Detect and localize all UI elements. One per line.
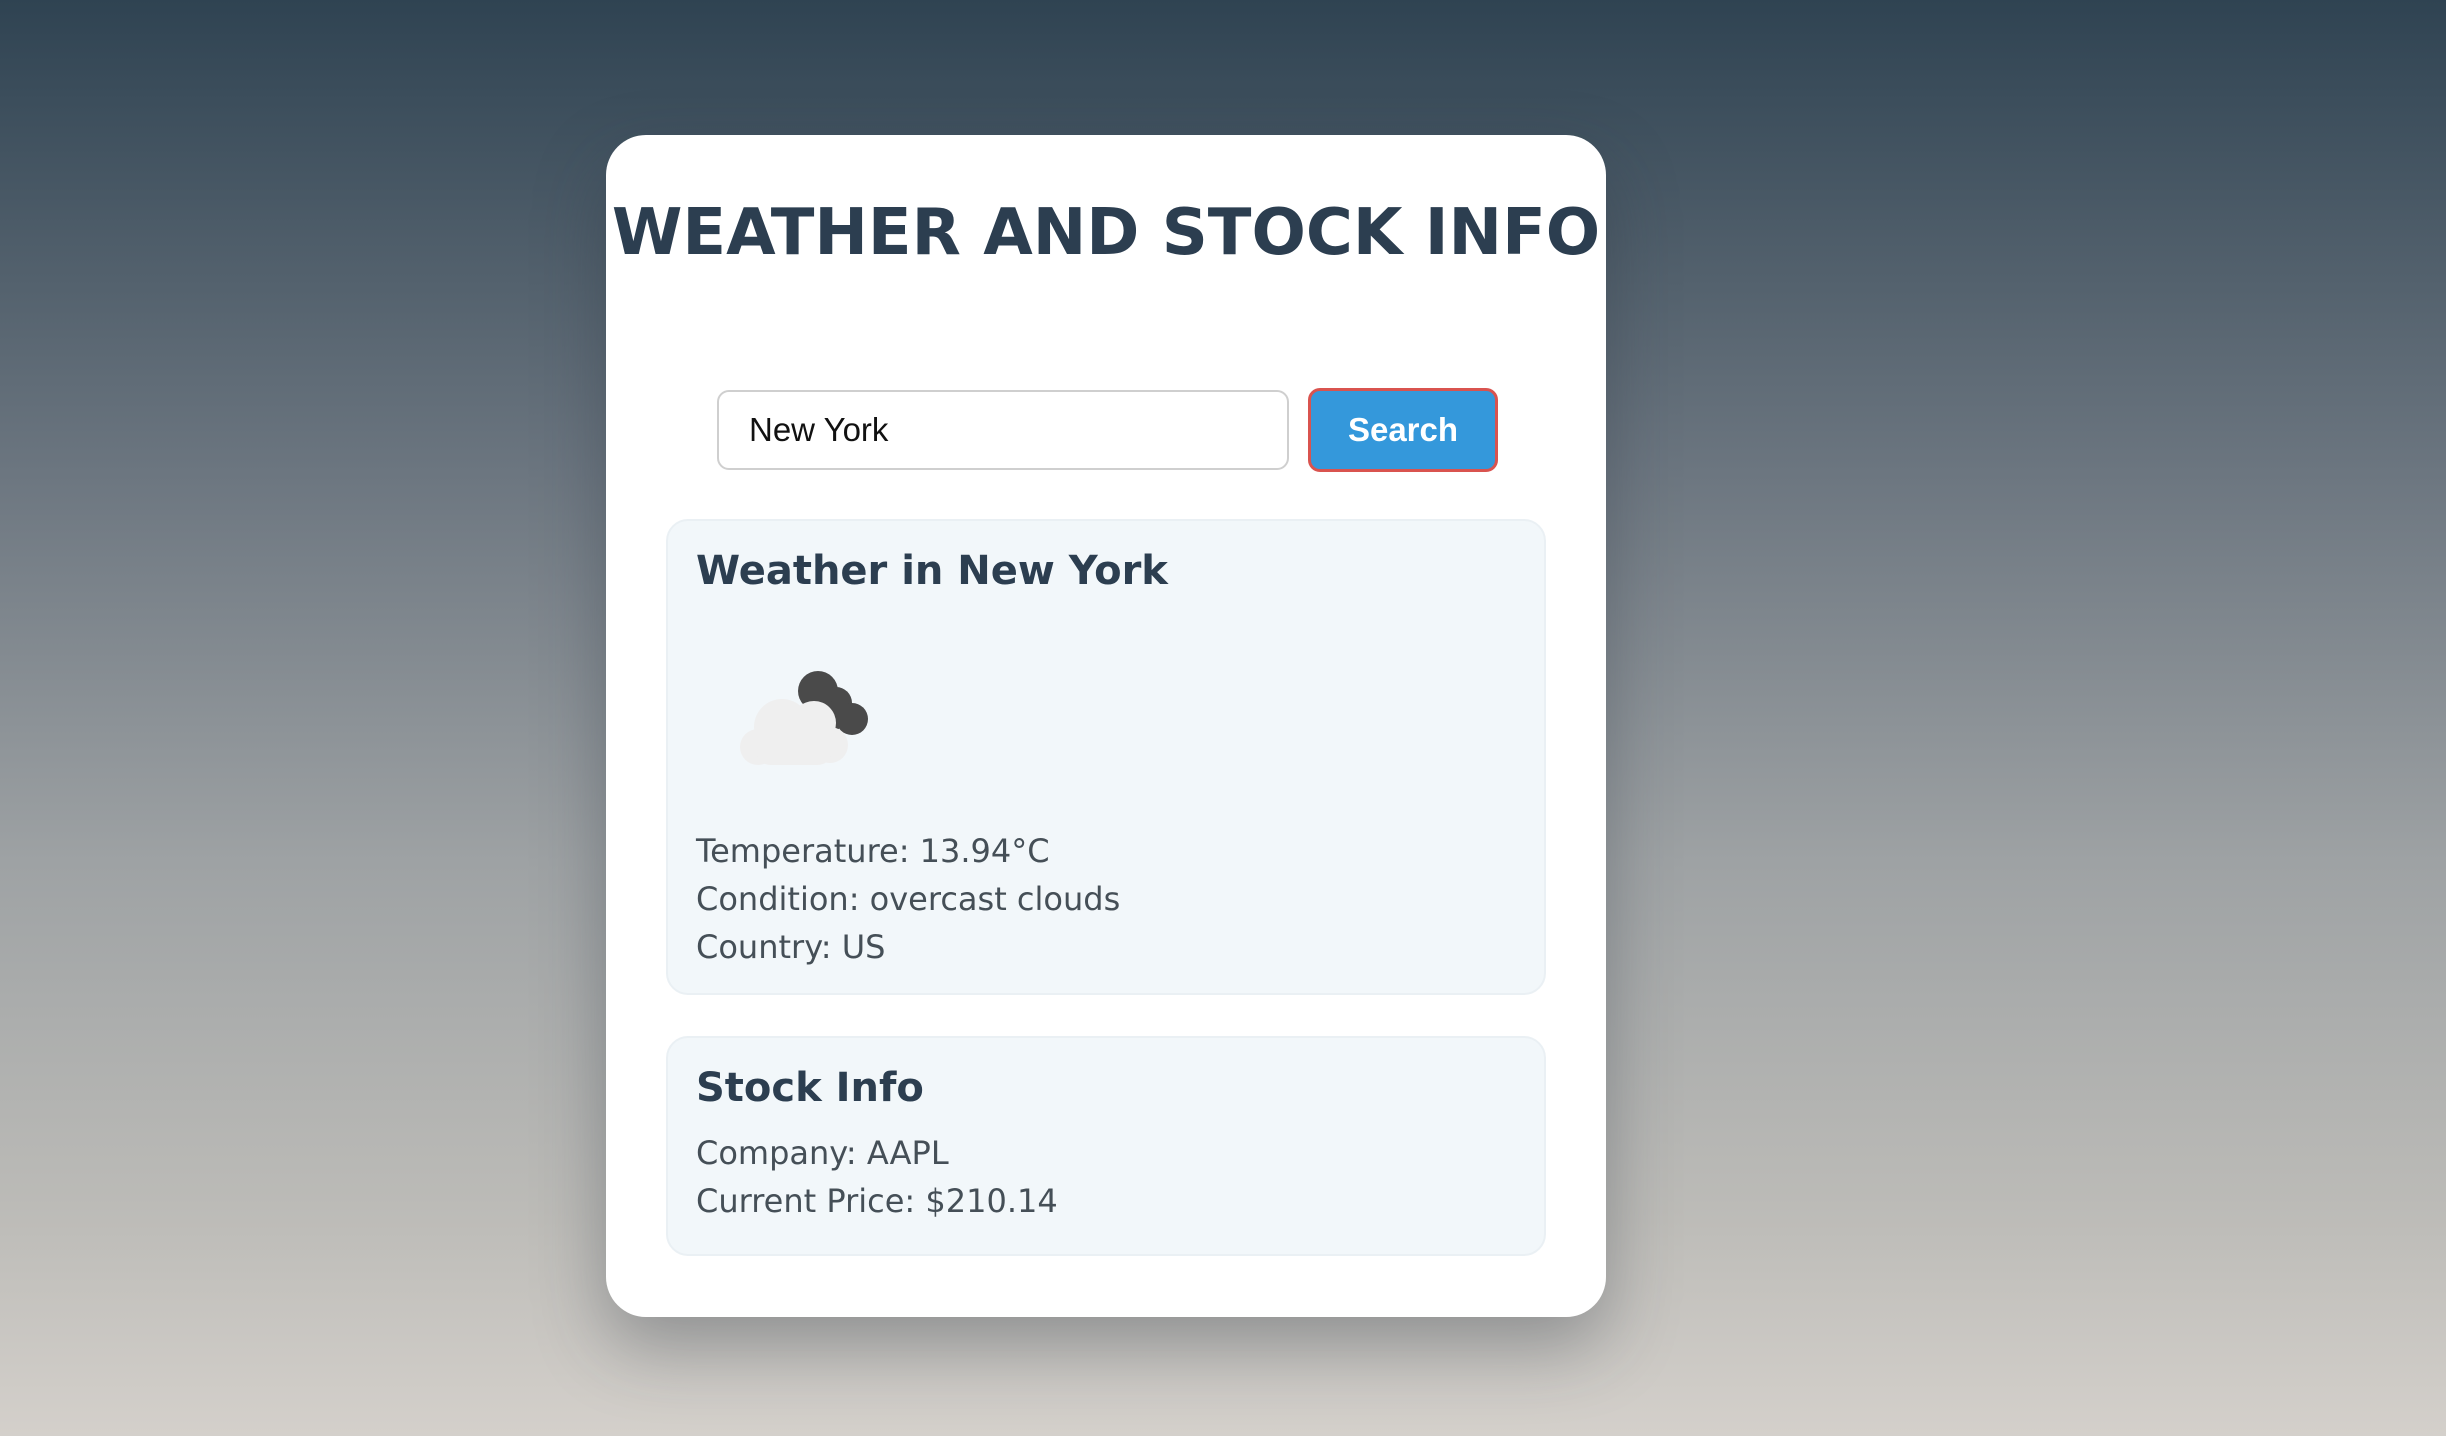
- price-text: Current Price: $210.14: [696, 1182, 1058, 1220]
- search-button[interactable]: Search: [1308, 388, 1498, 472]
- city-search-input[interactable]: [717, 390, 1289, 470]
- page-title: WEATHER AND STOCK INFO: [611, 196, 1601, 270]
- company-text: Company: AAPL: [696, 1134, 949, 1172]
- condition-text: Condition: overcast clouds: [696, 880, 1121, 918]
- main-card: WEATHER AND STOCK INFO Search Weather in…: [606, 135, 1606, 1317]
- weather-panel: Weather in New York Temperature: 13.94°C…: [666, 519, 1546, 995]
- weather-heading: Weather in New York: [696, 548, 1168, 594]
- stock-panel: Stock Info Company: AAPL Current Price: …: [666, 1036, 1546, 1256]
- country-text: Country: US: [696, 928, 886, 966]
- overcast-clouds-icon: [740, 671, 868, 765]
- temperature-text: Temperature: 13.94°C: [696, 832, 1050, 870]
- stock-heading: Stock Info: [696, 1065, 924, 1111]
